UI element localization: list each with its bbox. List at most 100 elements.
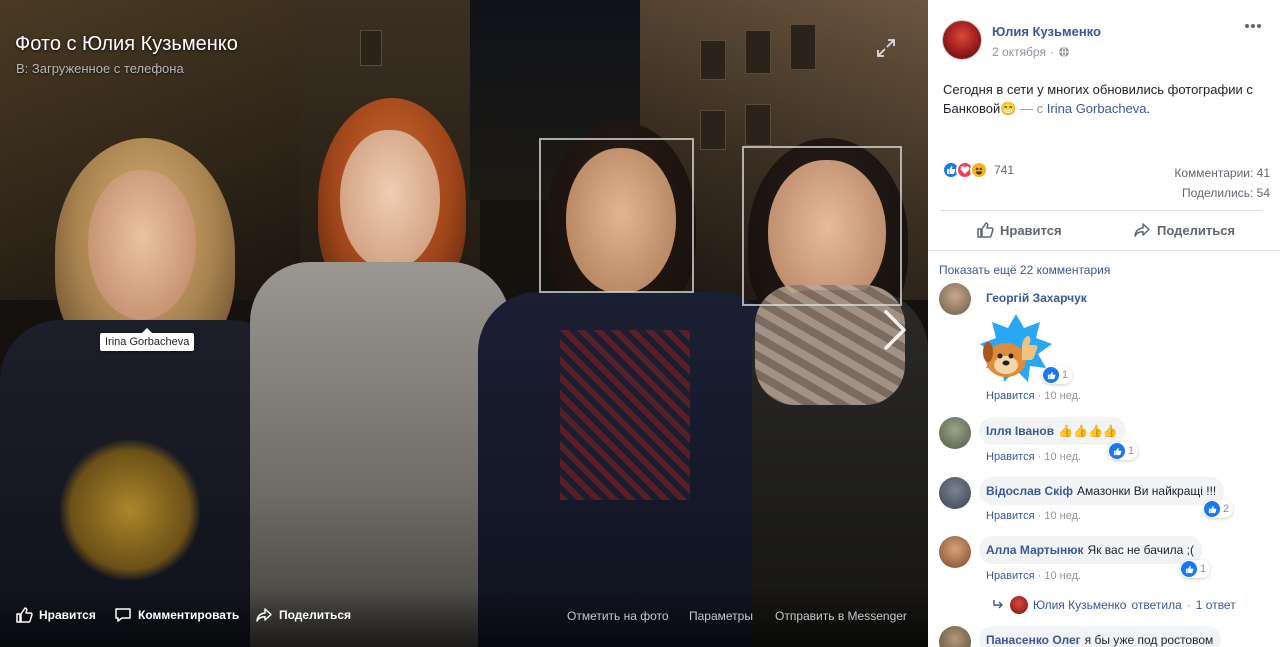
comment-reactions[interactable]: 1 bbox=[1042, 366, 1073, 384]
comment-text: Як вас не бачила ;( bbox=[1087, 543, 1194, 557]
photo-like-button[interactable]: Нравится bbox=[15, 606, 96, 624]
comment-reactions[interactable]: 1 bbox=[1180, 560, 1211, 578]
comment-author[interactable]: Георгій Захарчук bbox=[986, 291, 1087, 305]
comment-reaction-count: 1 bbox=[1062, 369, 1069, 381]
comment-like-link[interactable]: Нравится bbox=[986, 390, 1035, 402]
photo-comment-label: Комментировать bbox=[138, 608, 240, 622]
dot-separator: · bbox=[1049, 45, 1054, 59]
building-window bbox=[790, 24, 816, 70]
comment-reaction-count: 2 bbox=[1223, 503, 1230, 515]
dot-separator: · bbox=[1037, 451, 1042, 463]
reply-author: Юлия Кузьменко bbox=[1033, 598, 1127, 612]
avatar[interactable] bbox=[942, 20, 982, 60]
avatar[interactable] bbox=[939, 417, 971, 449]
comment-time[interactable]: 10 нед. bbox=[1044, 451, 1081, 463]
avatar[interactable] bbox=[939, 626, 971, 647]
post-stats: Комментарии: 41 Поделились: 54 bbox=[1174, 163, 1270, 203]
photo-like-label: Нравится bbox=[39, 608, 96, 622]
comment-time[interactable]: 10 нед. bbox=[1044, 390, 1081, 402]
haha-reaction-icon bbox=[970, 161, 988, 179]
comment-reaction-count: 1 bbox=[1200, 563, 1207, 575]
reactions-summary[interactable]: 741 bbox=[942, 161, 1014, 179]
comment-author[interactable]: Алла Мартынюк bbox=[986, 543, 1084, 557]
avatar[interactable] bbox=[939, 477, 971, 509]
photo-viewer[interactable]: Irina Gorbacheva Фото с Юлия Кузьменко В… bbox=[0, 0, 928, 647]
like-button[interactable]: Нравится bbox=[976, 221, 1062, 239]
dot-separator: · bbox=[1037, 570, 1042, 582]
photo-comment-button[interactable]: Комментировать bbox=[114, 606, 239, 624]
comment-meta: Нравится · 10 нед. bbox=[986, 570, 1081, 582]
comment-meta: Нравится · 10 нед. bbox=[986, 451, 1081, 463]
comment-reactions[interactable]: 1 bbox=[1108, 442, 1139, 460]
post-date[interactable]: 2 октября · bbox=[992, 45, 1070, 59]
avatar bbox=[1010, 596, 1028, 614]
share-icon bbox=[1134, 223, 1150, 237]
building-window bbox=[700, 110, 726, 150]
comment-text: я бы уже под ростовом bbox=[1084, 633, 1214, 647]
post-text: Сегодня в сети у многих обновились фотог… bbox=[943, 80, 1268, 118]
author-name[interactable]: Юлия Кузьменко bbox=[992, 24, 1101, 39]
reply-verb: ответила bbox=[1131, 598, 1182, 612]
reply-arrow-icon bbox=[993, 600, 1003, 609]
expand-icon[interactable] bbox=[876, 38, 896, 58]
tag-photo-link[interactable]: Отметить на фото bbox=[567, 609, 669, 623]
reactions-count: 741 bbox=[994, 163, 1015, 177]
building-window bbox=[360, 30, 382, 66]
comment-meta: Нравится · 10 нед. bbox=[986, 510, 1081, 522]
post-side-panel: Юлия Кузьменко 2 октября · Сегодня в сет… bbox=[928, 0, 1280, 647]
post-text-end: . bbox=[1146, 101, 1151, 116]
comment-like-link[interactable]: Нравится bbox=[986, 510, 1035, 522]
dot-separator: · bbox=[1037, 390, 1042, 402]
comment-time[interactable]: 10 нед. bbox=[1044, 510, 1081, 522]
comment-author[interactable]: Панасенко Олег bbox=[986, 633, 1081, 647]
comment-like-link[interactable]: Нравится bbox=[986, 451, 1035, 463]
building-window bbox=[745, 104, 771, 146]
photo-share-label: Поделиться bbox=[279, 608, 352, 622]
face-tag-box[interactable] bbox=[539, 138, 694, 293]
more-options-icon[interactable] bbox=[1244, 22, 1262, 30]
comment-author[interactable]: Ілля Іванов bbox=[986, 424, 1054, 438]
shares-count[interactable]: Поделились: 54 bbox=[1174, 183, 1270, 203]
face-tag-box[interactable] bbox=[742, 146, 902, 306]
building-window bbox=[745, 30, 771, 74]
photo-album[interactable]: В: Загруженное с телефона bbox=[16, 61, 184, 76]
comment-reactions[interactable]: 2 bbox=[1203, 500, 1234, 518]
like-button-label: Нравится bbox=[1000, 222, 1062, 238]
photo-tag-label[interactable]: Irina Gorbacheva bbox=[100, 328, 195, 351]
view-replies-link[interactable]: Юлия Кузьменко ответила · 1 ответ bbox=[993, 596, 1236, 614]
avatar[interactable] bbox=[939, 283, 971, 315]
grin-emoji: 😁 bbox=[1000, 101, 1017, 116]
comment-bubble: Панасенко Олег я бы уже под ростовом bbox=[979, 626, 1222, 647]
show-more-comments-link[interactable]: Показать ещё 22 комментария bbox=[939, 263, 1110, 277]
dot-separator: · bbox=[1186, 598, 1191, 612]
divider bbox=[940, 210, 1262, 211]
comment-time[interactable]: 10 нед. bbox=[1044, 570, 1081, 582]
next-photo-arrow-icon[interactable] bbox=[878, 308, 912, 352]
divider bbox=[928, 250, 1280, 251]
comment-bubble: Відослав Скіф Амазонки Ви найкращі !!! bbox=[979, 477, 1225, 505]
share-icon bbox=[256, 608, 272, 622]
post-with-text: — с bbox=[1016, 101, 1047, 116]
share-button-label: Поделиться bbox=[1157, 222, 1236, 238]
photo-image bbox=[0, 0, 928, 647]
share-button[interactable]: Поделиться bbox=[1133, 221, 1235, 239]
photo-share-button[interactable]: Поделиться bbox=[255, 606, 351, 624]
comment-like-link[interactable]: Нравится bbox=[986, 570, 1035, 582]
photo-title: Фото с Юлия Кузьменко bbox=[15, 33, 238, 55]
comment-author[interactable]: Відослав Скіф bbox=[986, 484, 1073, 498]
options-link[interactable]: Параметры bbox=[689, 609, 753, 623]
comments-count[interactable]: Комментарии: 41 bbox=[1174, 163, 1270, 183]
comment-icon bbox=[115, 608, 131, 622]
thumbs-up-icon bbox=[977, 222, 994, 238]
comment-text: 👍👍👍👍 bbox=[1058, 424, 1118, 438]
send-messenger-link[interactable]: Отправить в Messenger bbox=[775, 609, 907, 623]
globe-icon bbox=[1058, 46, 1069, 58]
post-header: Юлия Кузьменко 2 октября · bbox=[942, 20, 1101, 60]
avatar[interactable] bbox=[939, 536, 971, 568]
building-window bbox=[700, 40, 726, 80]
photo-theater: Irina Gorbacheva Фото с Юлия Кузьменко В… bbox=[0, 0, 1280, 647]
comment-reaction-count: 1 bbox=[1128, 445, 1135, 457]
tagged-person-link[interactable]: Irina Gorbacheva bbox=[1047, 101, 1147, 116]
comment-bubble: Алла Мартынюк Як вас не бачила ;( bbox=[979, 536, 1202, 564]
dot-separator: · bbox=[1037, 510, 1042, 522]
